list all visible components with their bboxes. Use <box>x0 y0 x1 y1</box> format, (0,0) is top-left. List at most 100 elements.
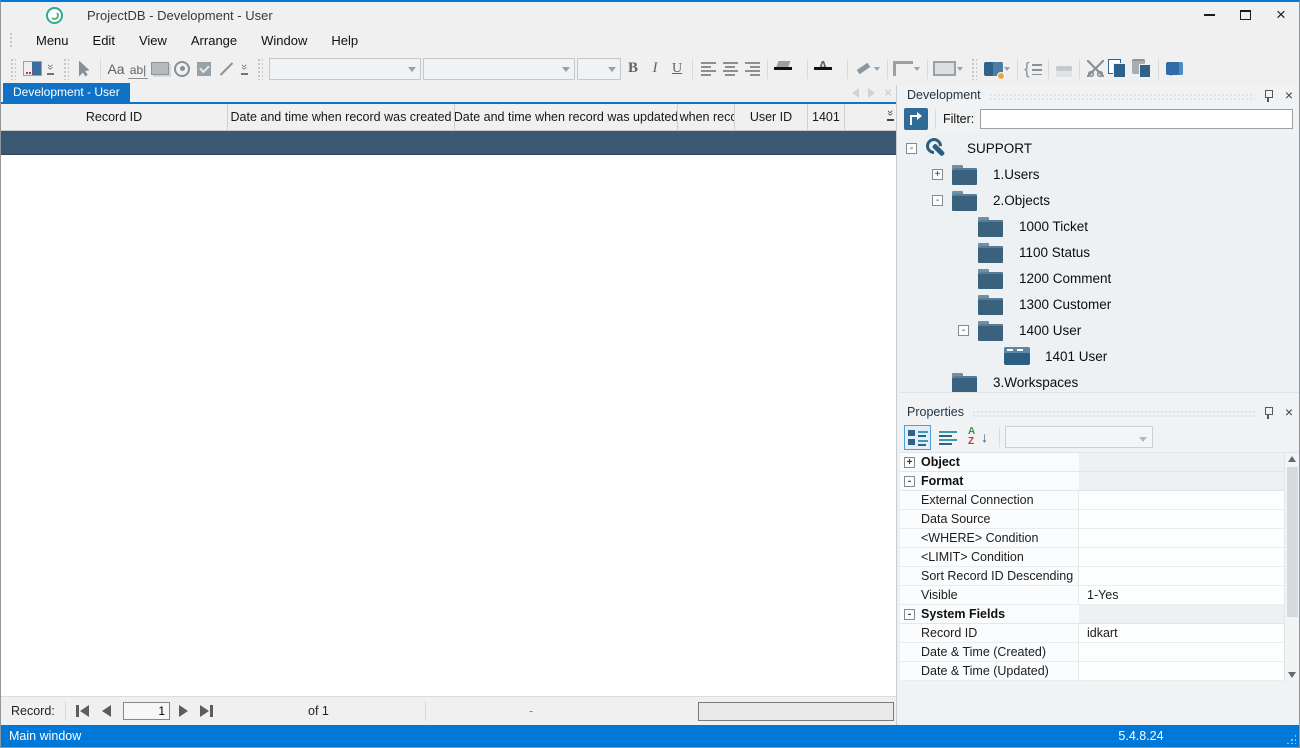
tab-development-user[interactable]: Development - User <box>3 83 130 102</box>
toolbar-grip-handle[interactable] <box>10 58 16 80</box>
highlight-color-icon[interactable] <box>853 57 873 81</box>
last-record-button[interactable] <box>200 705 213 717</box>
menu-item[interactable]: View <box>127 30 179 51</box>
property-row[interactable]: Record ID idkart <box>900 624 1284 643</box>
menu-item[interactable]: Arrange <box>179 30 249 51</box>
toolbar-grip-handle[interactable] <box>971 58 977 80</box>
grid-overflow-icon[interactable] <box>887 108 894 121</box>
fill-color-icon[interactable] <box>773 57 793 81</box>
font-size-combo[interactable] <box>577 58 621 80</box>
tab-close-icon[interactable]: × <box>884 88 892 98</box>
first-record-button[interactable] <box>76 705 89 717</box>
sort-az-button[interactable]: ↓ <box>964 425 991 450</box>
tree-item[interactable]: 1000 Ticket <box>900 213 1299 239</box>
property-row[interactable]: <LIMIT> Condition <box>900 548 1284 567</box>
label-tool-icon[interactable]: Aa <box>106 57 126 81</box>
property-row[interactable]: Date & Time (Created) <box>900 643 1284 662</box>
tree-expander[interactable]: - <box>958 325 969 336</box>
tree-item[interactable]: 1100 Status <box>900 239 1299 265</box>
property-row[interactable]: Sort Record ID Descending <box>900 567 1284 586</box>
property-row[interactable]: -System Fields <box>900 605 1284 624</box>
properties-search-combo[interactable] <box>1005 426 1153 448</box>
menu-item[interactable]: Edit <box>81 30 127 51</box>
tree-item[interactable]: - SUPPORT <box>900 135 1299 161</box>
tree-item[interactable]: + 1.Users <box>900 161 1299 187</box>
property-row[interactable]: +Object <box>900 453 1284 472</box>
grid-column-header[interactable]: Date and time when record was created <box>228 104 455 130</box>
form-canvas[interactable] <box>1 155 896 696</box>
toolbar-overflow-icon[interactable] <box>44 57 57 81</box>
bold-button[interactable]: B <box>623 57 643 81</box>
minimize-button[interactable] <box>1191 2 1227 28</box>
filter-input[interactable] <box>980 109 1293 129</box>
tab-scroll-left-icon[interactable] <box>852 88 859 98</box>
close-panel-icon[interactable]: × <box>1285 89 1293 101</box>
tree-item[interactable]: - 2.Objects <box>900 187 1299 213</box>
tree-item[interactable]: 3.Workspaces <box>900 369 1299 393</box>
line-tool-icon[interactable] <box>216 57 236 81</box>
menu-item[interactable]: Window <box>249 30 319 51</box>
form-properties-icon[interactable] <box>983 57 1003 81</box>
property-value[interactable]: 1-Yes <box>1079 588 1284 602</box>
grid-column-header[interactable]: 1401 <box>808 104 845 130</box>
tree-item[interactable]: 1300 Customer <box>900 291 1299 317</box>
tree-expander[interactable]: - <box>906 143 917 154</box>
shape-style-icon[interactable] <box>933 57 956 81</box>
property-value[interactable]: idkart <box>1079 626 1284 640</box>
selected-record-row[interactable] <box>1 131 896 155</box>
align-center-icon[interactable] <box>720 57 740 81</box>
property-row[interactable]: Data Source <box>900 510 1284 529</box>
properties-scrollbar[interactable] <box>1284 453 1299 681</box>
property-row[interactable]: <WHERE> Condition <box>900 529 1284 548</box>
toolbar-grip-handle[interactable] <box>63 58 69 80</box>
category-expander[interactable]: - <box>904 609 915 620</box>
scroll-thumb[interactable] <box>1287 467 1298 617</box>
comment-icon[interactable] <box>1164 57 1184 81</box>
align-left-icon[interactable] <box>698 57 718 81</box>
font-combo[interactable] <box>423 58 575 80</box>
toolbar-grip-handle[interactable] <box>257 58 263 80</box>
category-expander[interactable]: - <box>904 476 915 487</box>
previous-record-button[interactable] <box>102 705 111 717</box>
filter-apply-button[interactable] <box>904 108 928 130</box>
border-style-icon[interactable] <box>893 57 913 81</box>
radio-tool-icon[interactable] <box>172 57 192 81</box>
grid-column-header[interactable]: Date and time when record was closed <box>678 104 735 130</box>
property-row[interactable]: Visible 1-Yes <box>900 586 1284 605</box>
tree-item[interactable]: 1401 User <box>900 343 1299 369</box>
cut-icon[interactable] <box>1085 57 1105 81</box>
record-number-input[interactable] <box>123 702 170 720</box>
resize-grip-icon[interactable] <box>1286 734 1296 744</box>
grid-column-header[interactable]: User ID <box>735 104 808 130</box>
tree-expander[interactable]: - <box>932 195 943 206</box>
paste-icon[interactable] <box>1131 57 1153 81</box>
tab-scroll-right-icon[interactable] <box>868 88 875 98</box>
category-expander[interactable]: + <box>904 457 915 468</box>
toolbar-overflow-icon[interactable] <box>238 57 251 81</box>
pin-icon[interactable] <box>1263 406 1273 419</box>
list-view-button[interactable] <box>934 425 961 450</box>
new-object-icon[interactable] <box>22 57 42 81</box>
tree-item[interactable]: - 1400 User <box>900 317 1299 343</box>
align-right-icon[interactable] <box>742 57 762 81</box>
next-record-button[interactable] <box>179 705 188 717</box>
scroll-up-icon[interactable] <box>1288 456 1296 462</box>
property-row[interactable]: Date & Time (Updated) <box>900 662 1284 681</box>
pointer-tool-icon[interactable] <box>75 57 95 81</box>
scroll-down-icon[interactable] <box>1288 672 1296 678</box>
underline-button[interactable]: U <box>667 57 687 81</box>
tree-expander[interactable]: + <box>932 169 943 180</box>
italic-button[interactable]: I <box>645 57 665 81</box>
close-button[interactable]: × <box>1263 2 1299 28</box>
grid-column-header[interactable]: Date and time when record was updated <box>455 104 678 130</box>
font-color-icon[interactable]: A <box>813 57 833 81</box>
property-row[interactable]: External Connection <box>900 491 1284 510</box>
categorized-view-button[interactable] <box>904 425 931 450</box>
menu-item[interactable]: Help <box>319 30 370 51</box>
style-combo[interactable] <box>269 58 421 80</box>
save-icon[interactable] <box>1054 57 1074 81</box>
menubar-grip-handle[interactable] <box>9 32 14 48</box>
button-tool-icon[interactable] <box>150 57 170 81</box>
textbox-tool-icon[interactable]: ab| <box>128 61 148 79</box>
checkbox-tool-icon[interactable] <box>194 57 214 81</box>
